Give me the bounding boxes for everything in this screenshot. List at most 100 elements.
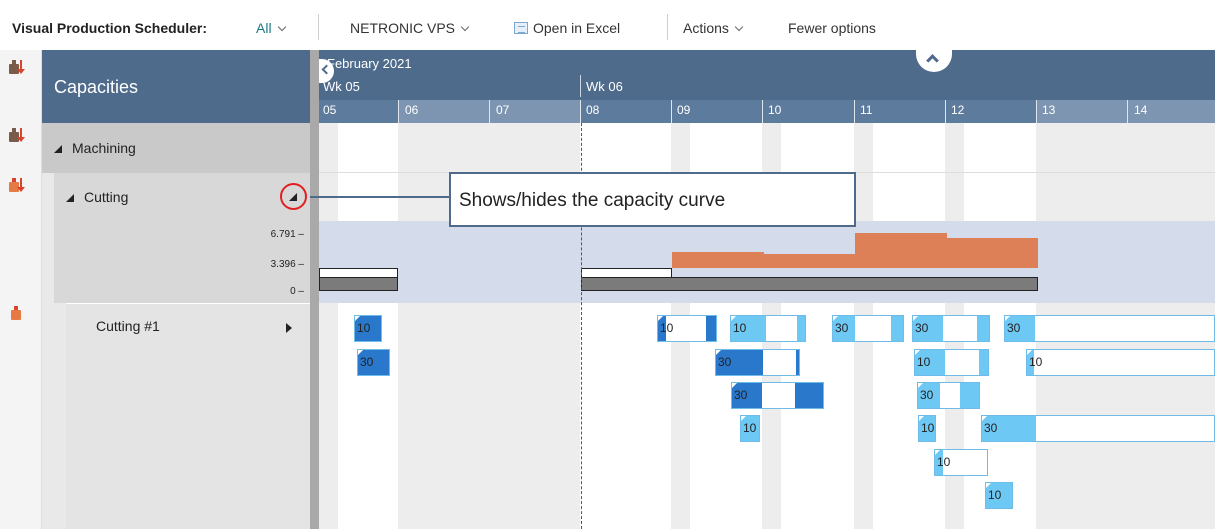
operation-label: 30 xyxy=(835,321,849,335)
capacity-curve xyxy=(319,221,1215,303)
day-divider xyxy=(671,100,672,123)
toolbar: Visual Production Scheduler: All NETRONI… xyxy=(0,0,1215,50)
day-divider xyxy=(1127,100,1128,123)
day-label: 11 xyxy=(860,103,873,117)
operation-bar[interactable]: 30 xyxy=(981,415,1215,442)
week-divider xyxy=(580,75,581,97)
capacity-overload xyxy=(947,238,1038,268)
operation-label: 30 xyxy=(1007,321,1021,335)
operation-bar[interactable]: 10 xyxy=(918,415,936,442)
row-label-machining: Machining xyxy=(54,140,136,156)
panel-splitter[interactable] xyxy=(310,50,319,529)
capacity-overload xyxy=(764,254,855,268)
operation-bar[interactable]: 10 xyxy=(985,482,1013,509)
capacity-overload xyxy=(855,233,947,268)
row-cutting[interactable]: Cutting 6.791 – 3.396 – 0 – xyxy=(54,173,310,303)
excel-icon xyxy=(514,22,528,34)
day-label: 06 xyxy=(405,103,419,117)
day-label: 13 xyxy=(1042,103,1056,117)
capacity-overload xyxy=(672,252,764,268)
row-icon-strip xyxy=(0,50,42,529)
chevron-down-icon xyxy=(277,22,286,32)
operation-bar[interactable]: 10 xyxy=(914,349,989,376)
expand-triangle-icon[interactable] xyxy=(66,194,74,202)
operation-bar[interactable]: 10 xyxy=(354,315,382,342)
filter-dropdown[interactable]: All xyxy=(256,20,286,36)
operation-bar[interactable]: 30 xyxy=(1004,315,1215,342)
capacity-available xyxy=(319,268,398,277)
row-label-cutting: Cutting xyxy=(66,189,128,205)
day-label: 07 xyxy=(496,103,510,117)
operation-label: 10 xyxy=(921,421,935,435)
cutting-text: Cutting xyxy=(84,189,129,205)
callout-text: Shows/hides the capacity curve xyxy=(459,190,726,211)
day-divider xyxy=(1036,100,1037,123)
operation-bar[interactable]: 10 xyxy=(657,315,717,342)
actions-menu[interactable]: Actions xyxy=(683,20,744,36)
day-divider xyxy=(854,100,855,123)
operation-bar[interactable]: 10 xyxy=(934,449,988,476)
row-cutting-1[interactable]: Cutting #1 xyxy=(66,303,310,529)
capacities-panel: Capacities Machining Cutting 6.791 – 3.3… xyxy=(42,50,310,529)
capacity-group-icon xyxy=(9,60,25,74)
day-divider xyxy=(489,100,490,123)
day-divider xyxy=(580,100,581,123)
expand-triangle-icon[interactable] xyxy=(54,145,62,153)
operation-label: 10 xyxy=(937,455,951,469)
toolbar-divider xyxy=(667,14,668,40)
operation-label: 10 xyxy=(1029,355,1043,369)
fewer-options-button[interactable]: Fewer options xyxy=(788,20,876,36)
operation-bar[interactable]: 10 xyxy=(740,415,760,442)
capacity-load xyxy=(581,277,1038,291)
scale-mid: 3.396 – xyxy=(270,259,304,270)
operation-label: 10 xyxy=(743,421,757,435)
operation-bar[interactable]: 30 xyxy=(917,382,980,409)
day-label: 08 xyxy=(586,103,600,117)
operation-bar[interactable]: 10 xyxy=(1026,349,1215,376)
operation-label: 30 xyxy=(915,321,929,335)
operation-label: 10 xyxy=(357,321,371,335)
capacities-title: Capacities xyxy=(54,77,139,97)
operation-bar[interactable]: 30 xyxy=(731,382,824,409)
callout-box: Shows/hides the capacity curve xyxy=(449,172,856,227)
week-label: Wk 06 xyxy=(586,79,623,94)
operation-bar[interactable]: 30 xyxy=(357,349,390,376)
day-divider xyxy=(398,100,399,123)
operation-bar[interactable]: 10 xyxy=(730,315,806,342)
operation-label: 30 xyxy=(984,421,998,435)
day-stripe xyxy=(319,123,338,529)
operation-label: 10 xyxy=(733,321,747,335)
page-title: Visual Production Scheduler: xyxy=(12,20,208,36)
netronic-vps-menu[interactable]: NETRONIC VPS xyxy=(350,20,470,36)
row-machining[interactable]: Machining xyxy=(42,123,310,173)
open-in-excel-button[interactable]: Open in Excel xyxy=(514,20,620,36)
expand-right-icon[interactable] xyxy=(286,323,292,333)
day-label: 14 xyxy=(1134,103,1148,117)
operation-label: 10 xyxy=(660,321,674,335)
operation-label: 10 xyxy=(988,488,1002,502)
actions-label: Actions xyxy=(683,20,729,36)
operation-label: 30 xyxy=(734,388,748,402)
collapse-triangle-icon xyxy=(289,193,297,201)
operation-bar[interactable]: 30 xyxy=(715,349,800,376)
operation-bar[interactable]: 30 xyxy=(832,315,904,342)
day-divider xyxy=(762,100,763,123)
collapse-up-icon[interactable] xyxy=(916,50,952,72)
filter-value: All xyxy=(256,20,272,36)
day-divider xyxy=(945,100,946,123)
netronic-vps-label: NETRONIC VPS xyxy=(350,20,456,36)
capacity-curve-toggle[interactable] xyxy=(280,183,307,210)
day-cell xyxy=(580,100,1036,123)
day-cell-weekend xyxy=(1036,100,1215,123)
day-label: 09 xyxy=(677,103,691,117)
chevron-down-icon xyxy=(460,22,470,32)
day-label: 05 xyxy=(323,103,337,117)
operation-bar[interactable]: 30 xyxy=(912,315,990,342)
week-label: Wk 05 xyxy=(323,79,360,94)
scale-max: 6.791 – xyxy=(270,229,304,240)
capacity-icon xyxy=(11,306,21,320)
capacity-group-icon xyxy=(9,128,25,142)
operation-label: 10 xyxy=(917,355,931,369)
day-label: 10 xyxy=(768,103,782,117)
callout-connector xyxy=(310,196,450,198)
